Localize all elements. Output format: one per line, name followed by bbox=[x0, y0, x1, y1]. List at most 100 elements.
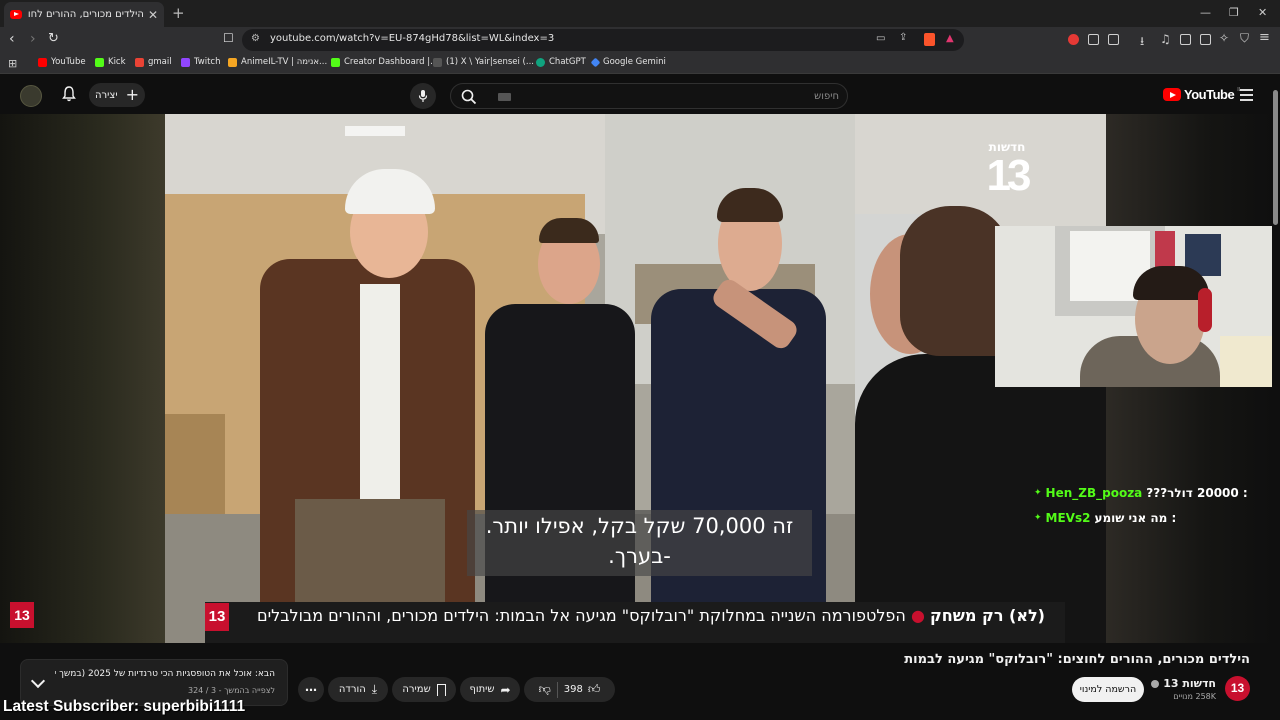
bookmark-label: AnimeIL-TV | אנימה... bbox=[241, 57, 328, 67]
avatar[interactable] bbox=[20, 85, 42, 107]
brave-shield-icon[interactable] bbox=[924, 33, 935, 46]
bookmark-icon bbox=[436, 683, 446, 696]
scene-bench bbox=[165, 414, 225, 524]
playlist-next-title: הבא: אוכל את הטופסגיות הכי טרנדיות של 20… bbox=[55, 669, 275, 679]
share-icon: ➦ bbox=[500, 682, 511, 697]
brave-rewards-icon[interactable]: ▲ bbox=[946, 33, 954, 44]
channel-avatar[interactable]: 13 bbox=[1225, 676, 1250, 701]
bookmark-label: gmail bbox=[148, 57, 172, 67]
bookmark-gemini[interactable]: Google Gemini bbox=[590, 57, 666, 67]
notifications-bell-icon[interactable] bbox=[62, 86, 76, 102]
chat-badge-icon: ✦ bbox=[1034, 488, 1042, 498]
webcam-headphones bbox=[1198, 288, 1212, 332]
page-scrollbar-thumb[interactable] bbox=[1273, 90, 1278, 225]
maximize-window-button[interactable]: ❐ bbox=[1229, 6, 1239, 19]
url-field[interactable]: ⚙ youtube.com/watch?v=EU-874gHd78&list=W… bbox=[242, 29, 964, 51]
search-input[interactable] bbox=[491, 87, 839, 105]
gemini-bookmark-icon bbox=[590, 57, 601, 67]
url-text: youtube.com/watch?v=EU-874gHd78&list=WL&… bbox=[270, 33, 555, 44]
close-tab-icon[interactable]: ✕ bbox=[148, 8, 158, 22]
minimize-window-button[interactable]: — bbox=[1200, 6, 1211, 19]
search-icon[interactable] bbox=[461, 89, 477, 105]
cast-icon[interactable]: ▭ bbox=[876, 33, 885, 44]
video-player[interactable]: חדשות 13 זה 70,000 שקל בקל, אפילו יותר. … bbox=[165, 114, 1106, 643]
youtube-logo[interactable]: YouTube IL bbox=[1163, 87, 1241, 102]
vpn-icon[interactable]: ⛉ bbox=[1240, 31, 1249, 46]
animeil-bookmark-icon bbox=[228, 57, 237, 67]
caption-line-1: זה 70,000 שקל בקל, אפילו יותר. bbox=[485, 514, 794, 538]
chatgpt-bookmark-icon bbox=[536, 57, 545, 67]
bookmark-twitch[interactable]: Twitch bbox=[181, 57, 221, 67]
site-info-icon[interactable]: ⚙ bbox=[251, 33, 260, 44]
subscribe-button[interactable]: הרשמה למינוי bbox=[1072, 677, 1144, 702]
guide-menu-icon[interactable] bbox=[1240, 89, 1253, 104]
download-button[interactable]: ⤓ הורדה bbox=[328, 677, 388, 702]
chat-message: ✦ MEVs2 : מה אני שומע bbox=[1034, 511, 1176, 525]
browser-tab-active[interactable]: הילדים מכורים, ההורים לחוצים: ״ ✕ bbox=[4, 2, 164, 27]
reload-button[interactable]: ↻ bbox=[48, 31, 59, 46]
gmail-bookmark-icon bbox=[135, 57, 144, 67]
wallet-icon[interactable] bbox=[1200, 34, 1211, 45]
create-button[interactable]: יצירה + bbox=[89, 83, 145, 107]
bookmark-gmail[interactable]: gmail bbox=[135, 57, 172, 67]
share-button[interactable]: ➦ שיתוף bbox=[460, 677, 520, 702]
twitch-bookmark-icon bbox=[181, 57, 190, 67]
kick-bookmark-icon bbox=[95, 57, 104, 67]
bookmark-label: (1) X \ Yair|sensei (... bbox=[446, 57, 534, 67]
new-tab-button[interactable]: + bbox=[172, 4, 185, 22]
bookmark-label: Twitch bbox=[194, 57, 221, 67]
apps-grid-icon[interactable]: ⊞ bbox=[8, 57, 17, 70]
channel-bug-number: 13 bbox=[986, 151, 1032, 200]
latest-subscriber-overlay: Latest Subscriber: superbibi1111 bbox=[3, 698, 246, 715]
streamer-webcam bbox=[995, 226, 1280, 387]
chevron-down-icon[interactable] bbox=[30, 673, 46, 689]
share-page-icon[interactable]: ⇪ bbox=[899, 32, 907, 43]
bookmark-chatgpt[interactable]: ChatGPT bbox=[536, 57, 586, 67]
voice-search-button[interactable] bbox=[410, 83, 436, 109]
search-box[interactable] bbox=[450, 83, 848, 109]
like-button[interactable]: 👍︎ 398 bbox=[564, 682, 601, 697]
leo-ai-icon[interactable]: ✧ bbox=[1219, 31, 1229, 45]
downloads-icon[interactable]: ⭳ bbox=[1140, 32, 1144, 53]
video-title: הילדים מכורים, ההורים לחוצים: "רובלוקס" … bbox=[904, 652, 1250, 667]
youtube-favicon-icon bbox=[10, 10, 22, 19]
tab-search-icon[interactable] bbox=[1108, 34, 1119, 45]
thumbs-down-icon: 👎︎ bbox=[538, 682, 551, 696]
more-dots-icon: ⋯ bbox=[305, 682, 317, 697]
address-bar-row: ‹ › ↻ ☐ ⚙ youtube.com/watch?v=EU-874gHd7… bbox=[0, 27, 1280, 53]
ticker-text: (לא) רק משחק ● הפלטפורמה השנייה במחלוקת … bbox=[233, 606, 1045, 625]
sidebar-icon[interactable] bbox=[1180, 34, 1191, 45]
bookmark-page-icon[interactable]: ☐ bbox=[223, 31, 234, 45]
chat-text: : מה אני שומע bbox=[1094, 511, 1177, 525]
ticker-headline: (לא) רק משחק bbox=[930, 606, 1045, 625]
bookmark-youtube[interactable]: YouTube bbox=[38, 57, 86, 67]
forward-button[interactable]: › bbox=[30, 31, 36, 47]
ticker-body: הפלטפורמה השנייה במחלוקת "רובלוקס" מגיעה… bbox=[256, 606, 906, 625]
like-count: 398 bbox=[563, 684, 583, 695]
verified-badge-icon bbox=[1151, 679, 1160, 688]
download-label: הורדה bbox=[338, 684, 366, 695]
extensions-icon[interactable] bbox=[1088, 34, 1099, 45]
save-button[interactable]: שמירה bbox=[392, 677, 456, 702]
extension-record-icon[interactable] bbox=[1068, 34, 1079, 45]
microphone-icon bbox=[418, 90, 428, 102]
bookmark-kick[interactable]: Kick bbox=[95, 57, 126, 67]
bookmark-label: Creator Dashboard |... bbox=[344, 57, 439, 67]
chat-text: : 20000 דולר??? bbox=[1146, 486, 1248, 500]
back-button[interactable]: ‹ bbox=[9, 31, 15, 47]
download-icon: ⤓ bbox=[371, 682, 378, 696]
kick-dashboard-bookmark-icon bbox=[331, 57, 340, 67]
bookmark-creator-dashboard[interactable]: Creator Dashboard |... bbox=[331, 57, 438, 67]
chat-message: ✦ Hen_ZB_pooza : 20000 דולר??? bbox=[1034, 486, 1248, 500]
bookmark-label: YouTube bbox=[51, 57, 86, 67]
close-window-button[interactable]: ✕ bbox=[1258, 6, 1267, 19]
more-actions-button[interactable]: ⋯ bbox=[298, 677, 324, 702]
channel-name[interactable]: חדשות 13 bbox=[1151, 677, 1216, 690]
bookmark-animeil[interactable]: AnimeIL-TV | אנימה... bbox=[228, 57, 327, 67]
youtube-bookmark-icon bbox=[38, 57, 47, 67]
browser-menu-icon[interactable]: ≡ bbox=[1259, 30, 1270, 45]
dislike-button[interactable]: 👎︎ bbox=[539, 682, 551, 697]
bookmark-x[interactable]: (1) X \ Yair|sensei (... bbox=[433, 57, 534, 67]
media-icon[interactable]: ♫ bbox=[1160, 32, 1171, 46]
bookmark-label: Google Gemini bbox=[603, 57, 666, 67]
